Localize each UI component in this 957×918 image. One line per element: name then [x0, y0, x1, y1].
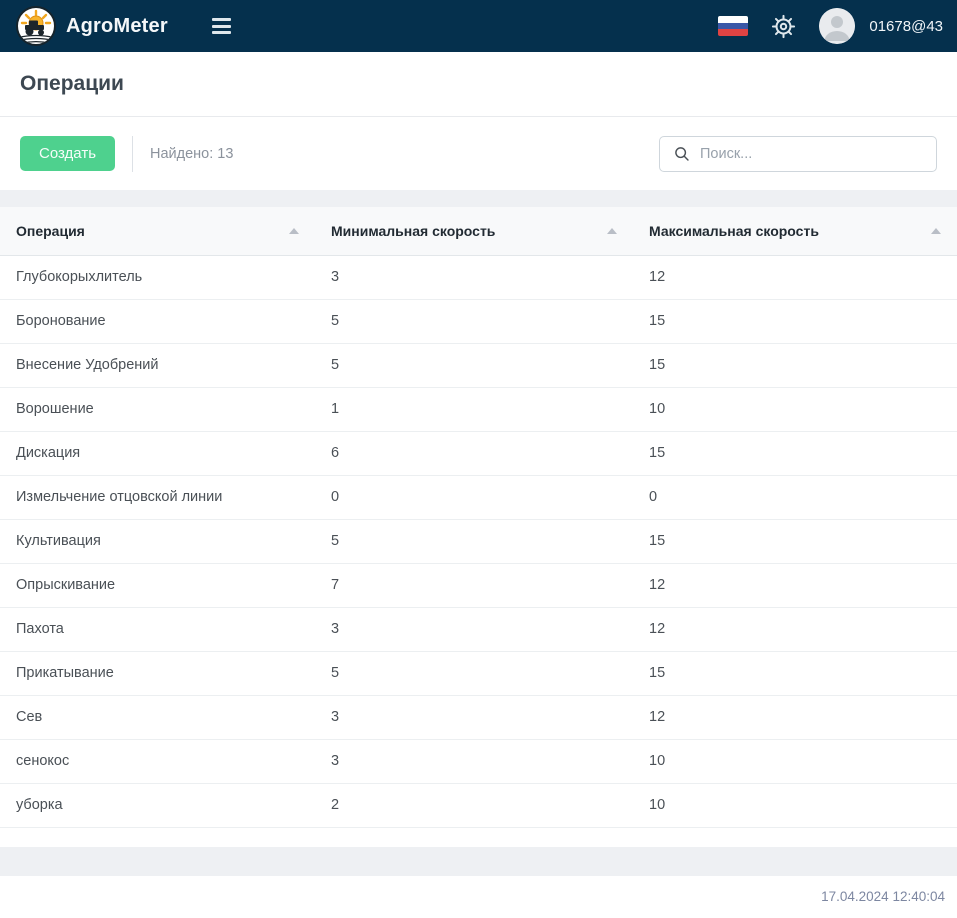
toolbar: Создать Найдено: 13 — [0, 117, 957, 190]
cell-name: сенокос — [0, 739, 315, 783]
cell-max: 0 — [633, 475, 957, 519]
cell-name: Прикатывание — [0, 651, 315, 695]
search-icon — [673, 145, 690, 162]
cell-name: Внесение Удобрений — [0, 343, 315, 387]
create-button[interactable]: Создать — [20, 136, 115, 171]
cell-name: Пахота — [0, 607, 315, 651]
cell-min: 3 — [315, 607, 633, 651]
language-flag-icon[interactable] — [718, 16, 748, 36]
sort-asc-icon[interactable] — [931, 228, 941, 234]
table-row[interactable]: Внесение Удобрений515 — [0, 343, 957, 387]
app-logo-icon — [16, 6, 56, 46]
cell-name: Культивация — [0, 519, 315, 563]
table-row[interactable]: Прикатывание515 — [0, 651, 957, 695]
section-gap — [0, 847, 957, 876]
settings-gear-icon[interactable] — [770, 13, 797, 40]
user-avatar[interactable] — [819, 8, 855, 44]
cell-max: 15 — [633, 519, 957, 563]
cell-max: 12 — [633, 695, 957, 739]
column-header-max-speed[interactable]: Максимальная скорость — [633, 207, 957, 255]
cell-name: уборка — [0, 783, 315, 827]
table-body: Глубокорыхлитель312Боронование515Внесени… — [0, 255, 957, 827]
table-row[interactable]: Опрыскивание712 — [0, 563, 957, 607]
cell-min: 3 — [315, 255, 633, 299]
cell-name: Дискация — [0, 431, 315, 475]
cell-name: Измельчение отцовской линии — [0, 475, 315, 519]
cell-name: Глубокорыхлитель — [0, 255, 315, 299]
cell-name: Боронование — [0, 299, 315, 343]
app-header: AgroMeter 01678@43 — [0, 0, 957, 52]
search-box[interactable] — [659, 136, 937, 172]
cell-max: 12 — [633, 607, 957, 651]
cell-min: 1 — [315, 387, 633, 431]
cell-min: 0 — [315, 475, 633, 519]
cell-max: 10 — [633, 783, 957, 827]
brand-name: AgroMeter — [66, 15, 168, 38]
cell-max: 10 — [633, 739, 957, 783]
sort-asc-icon[interactable] — [289, 228, 299, 234]
cell-min: 5 — [315, 519, 633, 563]
operations-table-card: Операция Минимальная скорость Максимальн… — [0, 207, 957, 847]
page-title: Операции — [20, 72, 124, 96]
cell-max: 15 — [633, 343, 957, 387]
hamburger-menu-icon[interactable] — [208, 12, 235, 40]
cell-max: 10 — [633, 387, 957, 431]
table-row[interactable]: уборка210 — [0, 783, 957, 827]
cell-min: 3 — [315, 695, 633, 739]
cell-max: 12 — [633, 563, 957, 607]
sort-asc-icon[interactable] — [607, 228, 617, 234]
app-footer: 17.04.2024 12:40:04 — [0, 876, 957, 918]
cell-min: 5 — [315, 299, 633, 343]
column-header-min-speed[interactable]: Минимальная скорость — [315, 207, 633, 255]
cell-name: Опрыскивание — [0, 563, 315, 607]
cell-min: 5 — [315, 343, 633, 387]
cell-max: 12 — [633, 255, 957, 299]
table-row[interactable]: Сев312 — [0, 695, 957, 739]
table-row[interactable]: Пахота312 — [0, 607, 957, 651]
cell-min: 6 — [315, 431, 633, 475]
section-gap — [0, 190, 957, 207]
table-row[interactable]: Дискация615 — [0, 431, 957, 475]
table-row[interactable]: Ворошение110 — [0, 387, 957, 431]
cell-name: Сев — [0, 695, 315, 739]
username-label: 01678@43 — [869, 18, 943, 35]
found-count-label: Найдено: 13 — [150, 146, 233, 162]
table-row[interactable]: Боронование515 — [0, 299, 957, 343]
table-row[interactable]: сенокос310 — [0, 739, 957, 783]
table-header-row: Операция Минимальная скорость Максимальн… — [0, 207, 957, 255]
cell-min: 5 — [315, 651, 633, 695]
cell-max: 15 — [633, 299, 957, 343]
search-input[interactable] — [700, 146, 926, 162]
toolbar-divider — [132, 136, 133, 172]
cell-max: 15 — [633, 651, 957, 695]
cell-min: 3 — [315, 739, 633, 783]
table-row[interactable]: Глубокорыхлитель312 — [0, 255, 957, 299]
cell-min: 7 — [315, 563, 633, 607]
cell-max: 15 — [633, 431, 957, 475]
title-bar: Операции — [0, 52, 957, 117]
table-row[interactable]: Культивация515 — [0, 519, 957, 563]
table-row[interactable]: Измельчение отцовской линии00 — [0, 475, 957, 519]
column-header-operation[interactable]: Операция — [0, 207, 315, 255]
brand[interactable]: AgroMeter — [16, 6, 168, 46]
operations-table: Операция Минимальная скорость Максимальн… — [0, 207, 957, 828]
cell-min: 2 — [315, 783, 633, 827]
cell-name: Ворошение — [0, 387, 315, 431]
footer-timestamp: 17.04.2024 12:40:04 — [821, 889, 945, 904]
